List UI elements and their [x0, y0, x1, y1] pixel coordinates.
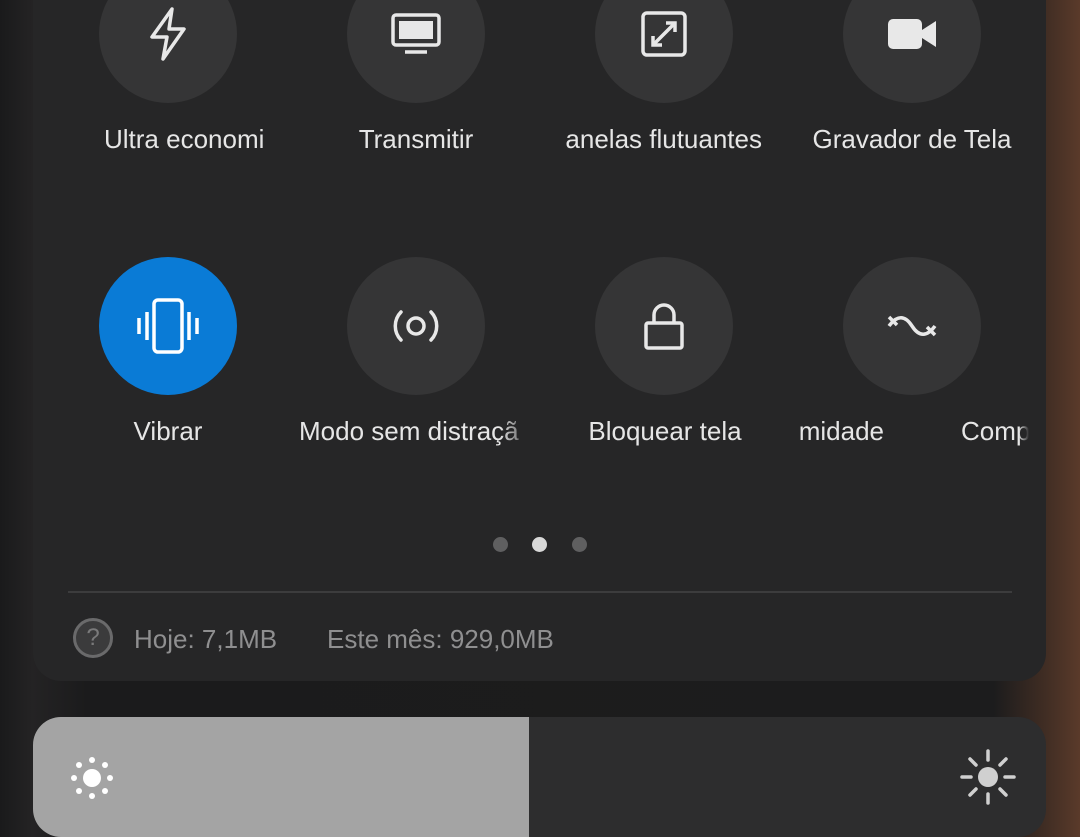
page-indicator-dot-2[interactable]	[532, 537, 547, 552]
data-usage-today[interactable]: Hoje: 7,1MB	[134, 622, 277, 656]
tile-label-focus-mode: Modo sem distraçã	[299, 416, 519, 446]
tile-label-partial: Comp	[961, 416, 1029, 446]
proximity-tile[interactable]	[843, 257, 981, 395]
divider	[68, 591, 1012, 593]
focus-mode-tile[interactable]	[347, 257, 485, 395]
lock-icon	[644, 303, 684, 350]
brightness-slider[interactable]	[33, 717, 1046, 837]
brightness-low-icon	[71, 757, 113, 799]
tile-label-ultra-saver: Ultra economi	[104, 124, 265, 154]
focus-mode-icon	[393, 310, 439, 342]
data-usage-month[interactable]: Este mês: 929,0MB	[327, 622, 554, 656]
page-indicator-dot-1[interactable]	[493, 537, 508, 552]
page-indicator-dot-3[interactable]	[572, 537, 587, 552]
lock-screen-tile[interactable]	[595, 257, 733, 395]
tile-label-floating-windows: anelas flutuantes	[565, 124, 762, 154]
tile-label-cast: Transmitir	[358, 124, 474, 154]
help-icon[interactable]: ?	[73, 618, 113, 658]
monitor-icon	[391, 13, 441, 54]
bolt-icon	[150, 7, 186, 61]
tile-label-proximity: midade	[798, 416, 884, 446]
proximity-icon	[887, 315, 937, 337]
tile-label-lock-screen: Bloquear tela	[588, 416, 742, 446]
video-camera-icon	[888, 19, 936, 49]
tile-label-screen-recorder: Gravador de Tela	[812, 124, 1012, 154]
tile-label-vibrate: Vibrar	[133, 416, 203, 446]
vibrate-tile[interactable]	[99, 257, 237, 395]
vibrate-icon	[137, 298, 199, 354]
brightness-high-icon	[960, 749, 1016, 805]
floating-window-icon	[641, 11, 687, 57]
